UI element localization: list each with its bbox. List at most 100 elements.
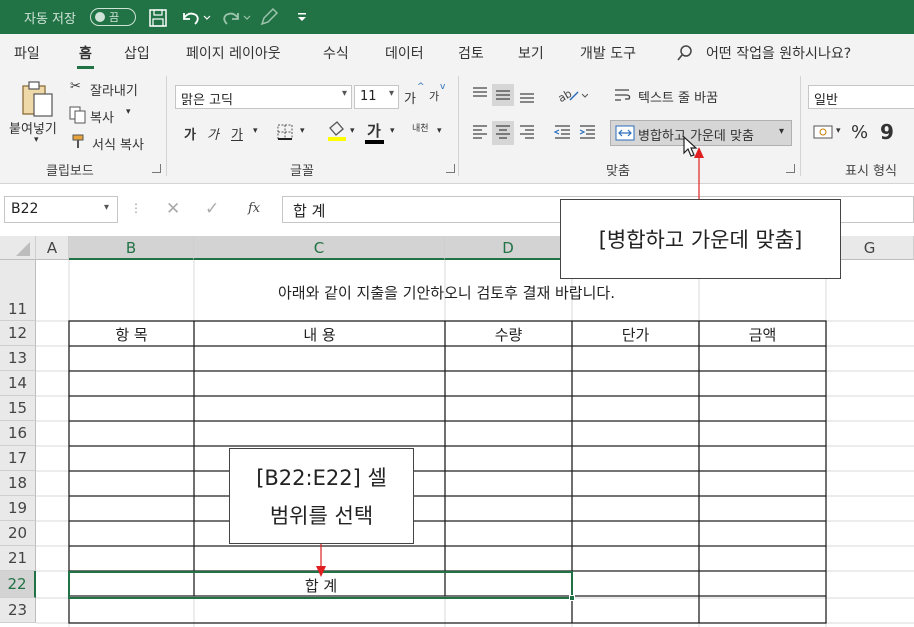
tab-page-layout[interactable]: 페이지 레이아웃 [186,43,281,63]
chevron-down-icon[interactable]: ▾ [104,202,109,213]
row-header-14[interactable]: 14 [0,371,36,396]
pen-icon[interactable] [258,7,280,27]
title-bar: 자동 저장 끔 [0,0,914,34]
grow-arrow-icon: ^ [417,82,425,92]
merge-dropdown-icon[interactable]: ▾ [779,126,784,137]
phonetic-dropdown-icon[interactable]: ▾ [437,126,442,136]
customize-qat-icon[interactable] [296,11,308,23]
selection-callout-line2: 범위를 선택 [269,504,374,528]
italic-button[interactable]: 가 [207,124,219,143]
total-label[interactable]: 합 계 [69,575,573,596]
fill-color-icon[interactable] [326,120,348,142]
row-header-20[interactable]: 20 [0,521,36,546]
underline-dropdown-icon[interactable]: ▾ [253,126,258,136]
copy-dropdown-icon[interactable]: ▾ [126,107,131,117]
tab-review[interactable]: 검토 [458,43,484,63]
format-painter-icon[interactable] [71,132,89,150]
accounting-format-icon[interactable] [812,123,836,141]
font-color-button[interactable]: 가 [367,120,381,141]
row-header-13[interactable]: 13 [0,346,36,371]
search-icon[interactable] [676,44,694,62]
font-launcher-icon[interactable] [446,164,455,173]
copy-icon[interactable] [69,106,87,124]
header-item[interactable]: 항 목 [69,324,194,345]
indent-icons[interactable] [552,121,602,143]
tab-insert[interactable]: 삽입 [124,43,150,63]
autosave-toggle[interactable]: 끔 [90,8,136,26]
tab-home[interactable]: 홈 [77,43,94,69]
tab-developer[interactable]: 개발 도구 [580,43,636,63]
name-box[interactable]: B22 ▾ [4,196,118,223]
paste-button[interactable]: 붙여넣기 [9,118,57,137]
row-header-17[interactable]: 17 [0,446,36,471]
row-header-21[interactable]: 21 [0,546,36,571]
row-header-18[interactable]: 18 [0,471,36,496]
undo-icon[interactable] [180,7,214,27]
column-header-c[interactable]: C [194,236,445,260]
borders-dropdown-icon[interactable]: ▾ [300,126,305,136]
font-size-value: 11 [360,89,377,104]
borders-icon[interactable] [276,123,294,141]
header-amount[interactable]: 금액 [699,324,826,345]
row-header-11[interactable]: 11 [0,260,36,321]
format-painter-button[interactable]: 서식 복사 [92,134,144,153]
header-content[interactable]: 내 용 [194,324,445,345]
row-header-22[interactable]: 22 [0,571,36,598]
column-header-a[interactable]: A [36,236,69,260]
merge-center-icon [615,125,635,141]
font-size-combo[interactable]: 11 ▾ [354,85,399,109]
underline-button[interactable]: 가 [231,124,243,143]
select-all-corner[interactable] [0,236,36,260]
row-header-16[interactable]: 16 [0,421,36,446]
wrap-text-button[interactable]: 텍스트 줄 바꿈 [638,87,718,106]
row-header-15[interactable]: 15 [0,396,36,421]
bold-button[interactable]: 가 [184,124,196,143]
clipboard-group-label: 클립보드 [46,164,94,179]
fill-dropdown-icon[interactable]: ▾ [350,126,355,136]
paste-icon[interactable] [20,80,56,118]
tab-formulas[interactable]: 수식 [323,43,349,63]
tab-view[interactable]: 보기 [518,43,544,63]
percent-style-button[interactable]: % [851,122,868,143]
save-icon[interactable] [148,8,168,28]
chevron-down-icon: ▾ [388,88,394,99]
paste-dropdown-icon[interactable]: ▾ [34,135,39,145]
merge-center-button[interactable]: 병합하고 가운데 맞춤 ▾ [610,120,792,146]
shrink-font-button[interactable]: 가 [429,88,439,104]
cut-button[interactable]: 잘라내기 [90,80,138,99]
tab-data[interactable]: 데이터 [385,43,424,63]
cut-icon[interactable]: ✂ [70,79,81,94]
enter-icon[interactable]: ✓ [205,199,219,219]
header-unit-price[interactable]: 단가 [572,324,699,345]
column-header-b[interactable]: B [69,236,194,260]
shrink-arrow-icon: v [440,82,446,92]
font-name-combo[interactable]: 맑은 고딕 ▾ [175,85,352,109]
row-header-23[interactable]: 23 [0,598,36,623]
column-header-d[interactable]: D [445,236,572,260]
number-format-combo[interactable]: 일반 [808,85,914,109]
worksheet-grid: A B C D E F G 11 12 13 14 15 16 17 18 19… [0,236,914,627]
copy-button[interactable]: 복사 [90,107,114,126]
notice-text[interactable]: 아래와 같이 지출을 기안하오니 검토후 결재 바랍니다. [194,282,699,303]
clipboard-launcher-icon[interactable] [152,164,161,173]
formula-bar-grip-icon: ⋮ [130,201,142,215]
mouse-cursor-icon [683,136,698,157]
comma-style-button[interactable]: 9 [880,120,894,144]
orientation-icon[interactable]: ab [556,84,588,106]
font-color-dropdown-icon[interactable]: ▾ [390,126,395,136]
accounting-dropdown-icon[interactable]: ▾ [836,126,841,136]
grow-font-button[interactable]: 가 [404,88,416,107]
header-quantity[interactable]: 수량 [445,324,572,345]
row-header-19[interactable]: 19 [0,496,36,521]
insert-function-button[interactable]: fx [248,201,260,216]
alignment-launcher-icon[interactable] [786,164,795,173]
cancel-icon[interactable]: ✕ [166,199,180,219]
tell-me-search[interactable]: 어떤 작업을 원하시나요? [706,43,851,63]
phonetic-guide-button[interactable]: 내천 [412,121,429,134]
wrap-text-icon[interactable] [612,84,634,106]
svg-text:ab: ab [556,87,574,105]
redo-icon[interactable] [220,7,254,27]
tab-file[interactable]: 파일 [14,43,40,63]
separator [800,76,801,176]
row-header-12[interactable]: 12 [0,321,36,346]
